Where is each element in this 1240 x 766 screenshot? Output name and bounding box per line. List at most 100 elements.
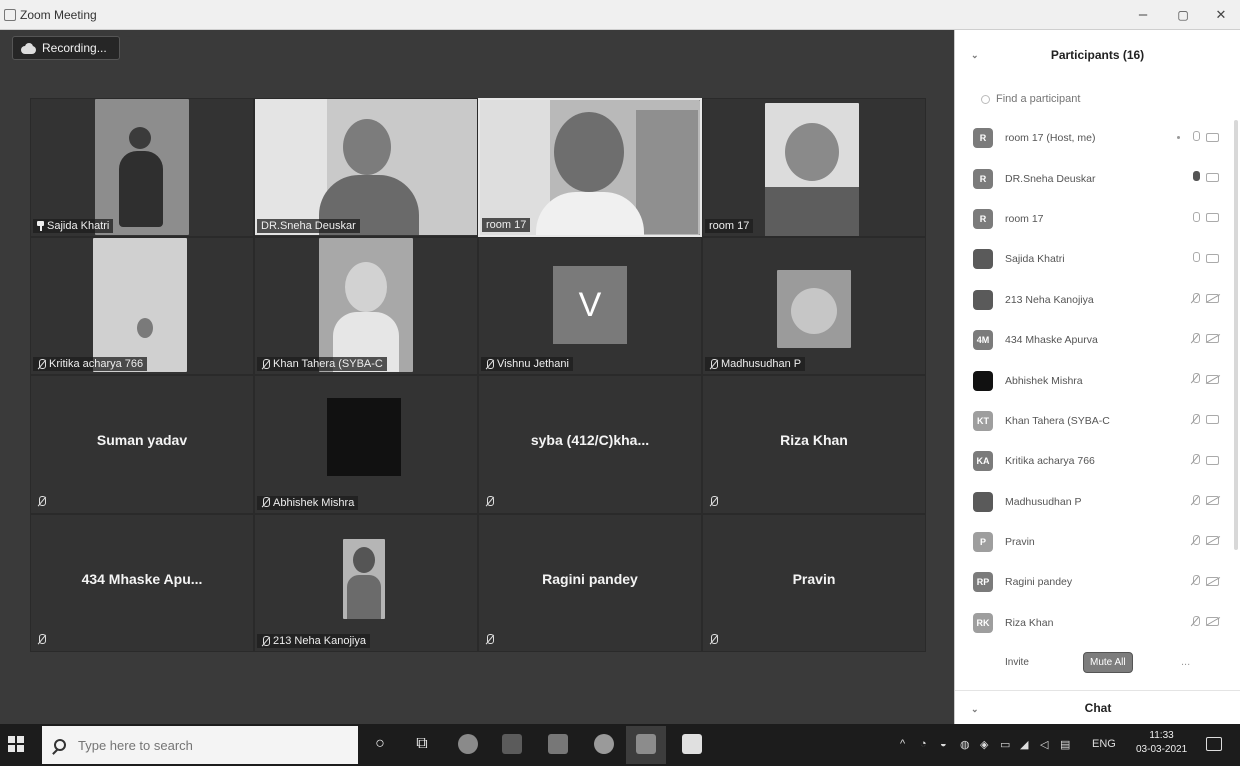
mail-icon[interactable] [548,734,568,754]
participant-row[interactable]: KT Khan Tahera (SYBA-C [955,401,1240,441]
name-only-tile[interactable]: Riza Khan [702,375,926,514]
maximize-button[interactable]: ▢ [1168,4,1198,26]
chrome-icon[interactable] [594,734,614,754]
mic-muted-icon[interactable] [1191,534,1200,547]
name-only-tile[interactable]: Ragini pandey [478,513,702,652]
participant-list-scrollbar[interactable] [1234,120,1238,550]
mic-muted-icon[interactable] [1191,494,1200,507]
video-tile[interactable]: Kritika acharya 766 [30,236,254,375]
video-tile[interactable]: V Vishnu Jethani [478,236,702,375]
person-silhouette [129,127,151,149]
active-speaker-tile[interactable]: room 17 [478,98,702,237]
participant-row[interactable]: R room 17 [955,199,1240,239]
participant-display-name: Suman yadav [96,432,188,448]
cortana-icon[interactable]: ○ [370,734,390,754]
camera-icon[interactable] [1206,172,1219,182]
invite-button[interactable]: Invite [1005,657,1029,668]
video-tile[interactable]: Abhishek Mishra [254,375,478,514]
more-options-button[interactable]: ... [1181,656,1190,668]
mic-on-icon[interactable] [1191,171,1200,183]
zoom-app-icon[interactable] [636,734,656,754]
participant-row[interactable]: R DR.Sneha Deuskar [955,158,1240,198]
search-icon [54,739,66,751]
volume-icon[interactable]: ◁ [1040,738,1048,751]
keyboard-icon[interactable]: ▤ [1060,738,1070,751]
network-icon[interactable]: ◢ [1020,738,1028,751]
participant-name: Vishnu Jethani [497,358,569,370]
video-tile[interactable]: Madhusudhan P [702,236,926,375]
taskbar-search[interactable] [42,726,358,764]
collapse-chevron-icon[interactable]: ⌄ [971,704,979,715]
mic-icon[interactable] [1191,211,1200,224]
video-tile[interactable]: room 17 [702,98,926,237]
participant-row[interactable]: RP Ragini pandey [955,562,1240,602]
mic-muted-icon[interactable] [1191,332,1200,345]
mute-all-button[interactable]: Mute All [1083,651,1133,673]
task-view-icon[interactable]: ⧉ [412,734,432,754]
mic-muted-icon[interactable] [1191,575,1200,587]
language-indicator[interactable]: ENG [1092,738,1116,750]
participant-row[interactable]: P Pravin [955,522,1240,562]
mic-muted-icon[interactable] [1191,373,1200,385]
windows-start-icon[interactable] [8,736,24,752]
participant-row[interactable]: KA Kritika acharya 766 [955,441,1240,481]
name-only-tile[interactable]: Suman yadav [30,375,254,514]
participant-row[interactable]: R room 17 (Host, me) [955,118,1240,158]
chat-header[interactable]: ⌄ Chat [955,690,1240,724]
camera-icon[interactable] [1206,253,1219,263]
camera-off-icon[interactable] [1206,536,1219,546]
windows-taskbar: ○ ⧉ ^ ◔ ◒ ◍ ◈ ▭ ◢ ◁ ▤ ENG 11:33 03-03-20… [0,724,1240,766]
participants-sidebar: ⌄ Participants (16) R room 17 (Host, me)… [954,30,1240,724]
participant-row[interactable]: 213 Neha Kanojiya [955,280,1240,320]
participant-search-input[interactable] [996,93,1196,105]
camera-off-icon[interactable] [1206,294,1219,304]
tray-chevron-icon[interactable]: ^ [900,738,905,750]
camera-off-icon[interactable] [1206,374,1219,384]
battery-icon[interactable]: ▭ [1000,738,1010,751]
camera-off-icon[interactable] [1206,496,1219,506]
camera-icon[interactable] [1206,132,1219,142]
participant-row[interactable]: 4M 434 Mhaske Apurva [955,320,1240,360]
participant-row[interactable]: Sajida Khatri [955,239,1240,279]
minimize-button[interactable]: – [1128,4,1158,26]
tray-app-icon[interactable]: ◒ [940,738,947,750]
participant-row[interactable]: Abhishek Mishra [955,360,1240,400]
camera-icon[interactable] [1206,455,1219,465]
participant-row[interactable]: Madhusudhan P [955,482,1240,522]
camera-icon[interactable] [1206,213,1219,223]
name-only-tile[interactable]: Pravin [702,513,926,652]
video-tile[interactable]: DR.Sneha Deuskar [254,98,478,237]
participant-row[interactable]: RK Riza Khan [955,603,1240,643]
camera-off-icon[interactable] [1206,334,1219,344]
participant-search[interactable] [955,80,1240,118]
participant-video [93,237,187,372]
mic-icon[interactable] [1191,252,1200,264]
tray-app-icon[interactable]: ◈ [980,738,988,751]
video-tile[interactable]: Khan Tahera (SYBA-C [254,236,478,375]
mic-muted-icon[interactable] [1191,292,1200,305]
tray-app-icon[interactable]: ◔ [920,738,927,750]
participants-header[interactable]: ⌄ Participants (16) [955,30,1240,80]
mic-muted-icon[interactable] [1191,413,1200,426]
video-tile[interactable]: 213 Neha Kanojiya [254,513,478,652]
recording-indicator[interactable]: Recording... [12,36,120,60]
edge-browser-icon[interactable] [458,734,478,754]
system-clock[interactable]: 11:33 03-03-2021 [1136,729,1187,757]
video-tile[interactable]: Sajida Khatri [30,98,254,237]
close-button[interactable]: ✕ [1206,4,1236,26]
mic-muted-icon[interactable] [1191,615,1200,628]
camera-icon[interactable] [1206,415,1219,425]
name-only-tile[interactable]: syba (412/C)kha... [478,375,702,514]
mic-muted-icon[interactable] [1191,454,1200,466]
notification-center-icon[interactable] [1206,737,1222,751]
camera-off-icon[interactable] [1206,576,1219,586]
word-app-icon[interactable] [682,734,702,754]
store-icon[interactable] [502,734,522,754]
taskbar-search-input[interactable] [78,737,318,753]
mic-icon[interactable] [1191,131,1200,143]
tray-app-icon[interactable]: ◍ [960,738,970,751]
name-only-tile[interactable]: 434 Mhaske Apu... [30,513,254,652]
participant-name: Madhusudhan P [721,358,802,370]
collapse-chevron-icon[interactable]: ⌄ [971,50,979,61]
camera-off-icon[interactable] [1206,617,1219,627]
